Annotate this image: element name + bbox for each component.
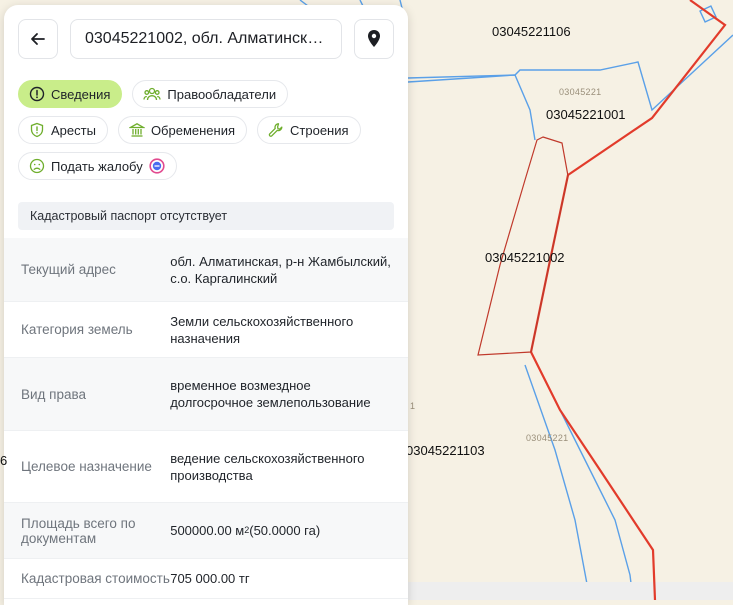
tab-label: Обременения	[150, 122, 236, 138]
info-value: Земли сельскохозяйственного назначения	[170, 313, 354, 346]
info-key: Вид права	[21, 386, 87, 402]
bank-icon	[128, 123, 145, 137]
info-row-purpose: Целевое назначение ведение сельскохозяйс…	[4, 431, 408, 503]
tab-buildings[interactable]: Строения	[257, 116, 361, 144]
tab-owners[interactable]: Правообладатели	[132, 80, 289, 108]
map-pin-icon	[368, 30, 380, 47]
tab-label: Правообладатели	[167, 86, 277, 102]
info-value: ведение сельскохозяйственного производст…	[170, 450, 365, 483]
tab-label: Строения	[290, 122, 349, 138]
tab-complaint[interactable]: Подать жалобу	[18, 152, 177, 180]
parcel-label-edge: 6	[0, 453, 8, 468]
egov-logo-icon	[149, 158, 165, 174]
selected-parcel-label: 03045221002	[485, 250, 565, 265]
info-value: обл. Алматинская, р-н Жамбылский, с.о. К…	[170, 253, 391, 286]
info-key: Кадастровая стоимость	[21, 571, 170, 586]
info-value: 705 000.00 тг	[170, 571, 250, 586]
tab-label: Подать жалобу	[51, 158, 143, 174]
parcel-label-small: 03045221	[559, 87, 602, 97]
info-key: Целевое назначение	[21, 459, 152, 474]
area-value: 500000.00 м	[170, 523, 245, 538]
wrench-icon	[268, 123, 283, 137]
info-circle-icon	[29, 86, 45, 102]
parcel-label: 03045221001	[546, 107, 626, 122]
sad-face-icon	[29, 158, 45, 174]
shield-alert-icon	[30, 122, 44, 138]
parcel-title: 03045221002, обл. Алматинская, р-н Жамбы…	[85, 30, 327, 47]
parcel-label: 03045221103	[406, 443, 485, 458]
info-row-cadastral-value: Кадастровая стоимость 705 000.00 тг	[4, 559, 408, 599]
tab-label: Сведения	[51, 86, 111, 102]
parcel-label-small: 1	[410, 401, 416, 411]
info-row-land-category: Категория земель Земли сельскохозяйствен…	[4, 302, 408, 358]
back-button[interactable]	[18, 19, 58, 59]
users-icon	[143, 87, 162, 101]
tab-arrests[interactable]: Аресты	[18, 116, 108, 144]
parcel-info-panel: 03045221002, обл. Алматинская, р-н Жамбы…	[4, 5, 408, 605]
info-row-area: Площадь всего по документам 500000.00 м2…	[4, 503, 408, 559]
info-row-right-type: Вид права временное возмездное долгосроч…	[4, 358, 408, 431]
info-row-address: Текущий адрес обл. Алматинская, р-н Жамб…	[4, 238, 408, 302]
map-footer-strip	[408, 582, 733, 600]
arrow-left-icon	[31, 33, 45, 45]
info-value: временное возмездное долгосрочное землеп…	[170, 378, 371, 410]
info-key: Категория земель	[21, 322, 133, 337]
panel-header: 03045221002, обл. Алматинская, р-н Жамбы…	[18, 19, 394, 61]
tab-info[interactable]: Сведения	[18, 80, 123, 108]
tab-label: Аресты	[51, 122, 96, 138]
tab-encumbrances[interactable]: Обременения	[117, 116, 248, 144]
tab-bar: Сведения Правообладатели Аресты Обремене…	[18, 80, 398, 188]
area-hectares: (50.0000 га)	[249, 523, 321, 538]
info-key: Текущий адрес	[21, 262, 116, 277]
locate-button[interactable]	[354, 19, 394, 59]
parcel-label: 03045221106	[492, 24, 571, 39]
info-value: 500000.00 м2 (50.0000 га)	[170, 503, 408, 558]
cadastral-passport-notice: Кадастровый паспорт отсутствует	[18, 202, 394, 230]
parcel-info-table: Текущий адрес обл. Алматинская, р-н Жамб…	[4, 238, 408, 599]
info-key: Площадь всего по документам	[21, 515, 136, 546]
parcel-title-field[interactable]: 03045221002, обл. Алматинская, р-н Жамбы…	[70, 19, 342, 59]
parcel-label-small: 03045221	[526, 433, 569, 443]
